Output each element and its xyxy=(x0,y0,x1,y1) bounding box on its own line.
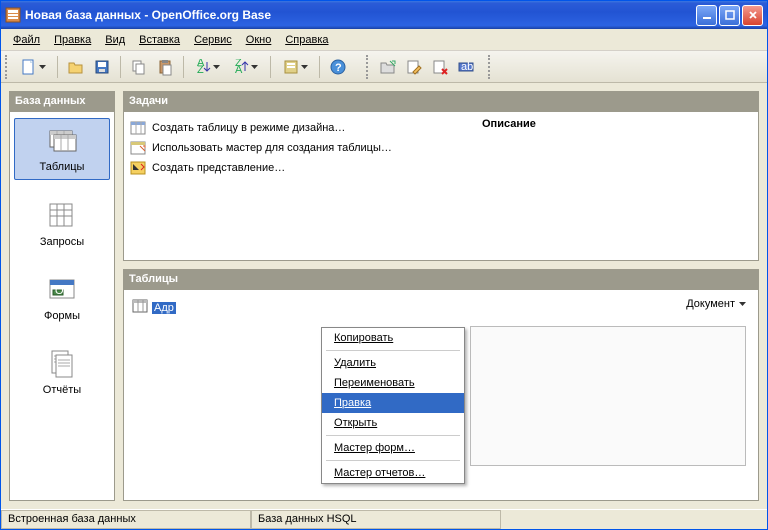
menu-edit[interactable]: Правка xyxy=(48,32,97,48)
minimize-button[interactable] xyxy=(696,5,717,26)
tasks-header: Задачи xyxy=(123,91,759,111)
task-label: Создать представление… xyxy=(152,162,285,174)
copy-button[interactable] xyxy=(127,55,151,79)
help-button[interactable]: ? xyxy=(326,55,350,79)
sidebar-label-forms: Формы xyxy=(44,310,80,322)
new-button[interactable] xyxy=(15,55,51,79)
svg-text:?: ? xyxy=(335,62,342,74)
tables-icon xyxy=(46,125,78,157)
task-view-icon xyxy=(130,160,146,176)
sidebar-label-reports: Отчёты xyxy=(43,384,81,396)
queries-icon xyxy=(46,200,78,232)
tool-delete-object[interactable] xyxy=(428,55,452,79)
ctx-rename[interactable]: Переименовать xyxy=(322,373,464,393)
svg-text:OK: OK xyxy=(55,285,72,297)
tool-rename-object[interactable]: ab xyxy=(454,55,478,79)
menu-window[interactable]: Окно xyxy=(240,32,278,48)
status-db-engine: База данных HSQL xyxy=(251,510,501,529)
menu-file[interactable]: Файл xyxy=(7,32,46,48)
forms-icon: OK xyxy=(46,274,78,306)
task-create-view[interactable]: Создать представление… xyxy=(130,158,472,178)
ctx-delete[interactable]: Удалить xyxy=(322,353,464,373)
form-button[interactable] xyxy=(277,55,313,79)
tool-open-object[interactable] xyxy=(376,55,400,79)
menu-tools[interactable]: Сервис xyxy=(188,32,238,48)
save-button[interactable] xyxy=(90,55,114,79)
window-title: Новая база данных - OpenOffice.org Base xyxy=(25,8,696,22)
svg-text:ab: ab xyxy=(461,61,473,73)
tasks-panel: Задачи Создать таблицу в режиме дизайна…… xyxy=(123,91,759,261)
document-label: Документ xyxy=(686,298,735,310)
ctx-open[interactable]: Открыть xyxy=(322,413,464,433)
sidebar-item-forms[interactable]: OK Формы xyxy=(14,268,110,328)
ctx-copy[interactable]: Копировать xyxy=(322,328,464,348)
dropdown-arrow-icon xyxy=(739,302,746,306)
toolbar: AZ ZA ? ab xyxy=(1,51,767,83)
sidebar: База данных Таблицы Запросы OK Формы Отч… xyxy=(9,91,115,501)
svg-text:Z: Z xyxy=(197,64,204,75)
toolbar-grip-3[interactable] xyxy=(488,55,492,79)
sidebar-item-tables[interactable]: Таблицы xyxy=(14,118,110,180)
toolbar-grip[interactable] xyxy=(5,55,9,79)
menu-view[interactable]: Вид xyxy=(99,32,131,48)
svg-text:A: A xyxy=(235,64,243,75)
tool-edit-object[interactable] xyxy=(402,55,426,79)
task-create-table-wizard[interactable]: Использовать мастер для создания таблицы… xyxy=(130,138,472,158)
context-menu: Копировать Удалить Переименовать Правка … xyxy=(321,327,465,484)
paste-button[interactable] xyxy=(153,55,177,79)
sidebar-header: База данных xyxy=(9,91,115,111)
description-title: Описание xyxy=(482,118,752,130)
preview-area xyxy=(470,326,746,466)
task-label: Создать таблицу в режиме дизайна… xyxy=(152,122,345,134)
document-view-dropdown[interactable]: Документ xyxy=(686,298,746,310)
toolbar-grip-2[interactable] xyxy=(366,55,370,79)
statusbar: Встроенная база данных База данных HSQL xyxy=(1,509,767,529)
ctx-report-wizard[interactable]: Мастер отчетов… xyxy=(322,463,464,483)
table-list-item[interactable]: Адр xyxy=(132,298,750,317)
task-wizard-icon xyxy=(130,140,146,156)
sidebar-item-queries[interactable]: Запросы xyxy=(14,194,110,254)
open-button[interactable] xyxy=(64,55,88,79)
table-icon xyxy=(132,298,148,317)
menubar: Файл Правка Вид Вставка Сервис Окно Спра… xyxy=(1,29,767,51)
sidebar-label-tables: Таблицы xyxy=(40,161,85,173)
maximize-button[interactable] xyxy=(719,5,740,26)
app-icon xyxy=(5,7,21,23)
status-db-type: Встроенная база данных xyxy=(1,510,251,529)
table-name-selected: Адр xyxy=(152,302,176,314)
description-column: Описание xyxy=(472,118,752,254)
task-label: Использовать мастер для создания таблицы… xyxy=(152,142,392,154)
menu-help[interactable]: Справка xyxy=(279,32,334,48)
sort-asc-button[interactable]: AZ xyxy=(190,55,226,79)
menu-insert[interactable]: Вставка xyxy=(133,32,186,48)
app-window: Новая база данных - OpenOffice.org Base … xyxy=(0,0,768,530)
ctx-form-wizard[interactable]: Мастер форм… xyxy=(322,438,464,458)
reports-icon xyxy=(46,348,78,380)
task-design-icon xyxy=(130,120,146,136)
sort-desc-button[interactable]: ZA xyxy=(228,55,264,79)
titlebar: Новая база данных - OpenOffice.org Base xyxy=(1,1,767,29)
ctx-edit[interactable]: Правка xyxy=(322,393,464,413)
tables-header: Таблицы xyxy=(123,269,759,289)
sidebar-item-reports[interactable]: Отчёты xyxy=(14,342,110,402)
task-create-table-design[interactable]: Создать таблицу в режиме дизайна… xyxy=(130,118,472,138)
close-button[interactable] xyxy=(742,5,763,26)
sidebar-label-queries: Запросы xyxy=(40,236,84,248)
